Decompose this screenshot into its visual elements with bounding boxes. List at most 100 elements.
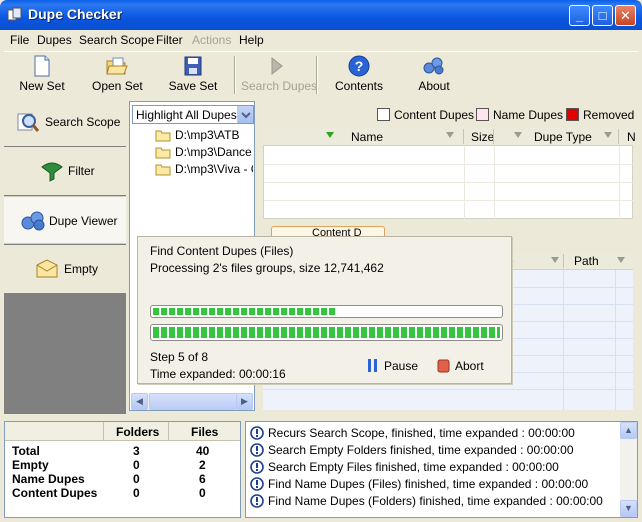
statistics-header: Folders Files xyxy=(5,422,240,441)
search-dupes-button[interactable]: Search Dupes xyxy=(241,55,317,95)
app-icon xyxy=(7,7,22,21)
stats-folders: 0 xyxy=(133,472,140,486)
svg-text:?: ? xyxy=(355,58,364,74)
removed-swatch xyxy=(566,108,579,121)
open-set-button[interactable]: Open Set xyxy=(92,55,143,95)
column-name[interactable]: Name xyxy=(351,130,383,144)
pause-button[interactable]: Pause xyxy=(366,358,418,374)
highlight-dropdown[interactable]: Highlight All Dupes xyxy=(132,105,254,124)
sort-icon xyxy=(446,132,454,138)
menu-file[interactable]: File xyxy=(10,33,29,47)
stats-label: Empty xyxy=(12,458,49,472)
menu-dupes[interactable]: Dupes xyxy=(37,33,72,47)
info-icon xyxy=(250,460,264,474)
scroll-down-icon[interactable]: ▼ xyxy=(620,500,637,517)
save-set-button[interactable]: Save Set xyxy=(168,55,218,95)
nav-dupe-viewer[interactable]: Dupe Viewer xyxy=(4,196,126,244)
step-progress-bar xyxy=(150,305,503,318)
dupes-grid[interactable] xyxy=(263,146,634,219)
column-more[interactable]: N xyxy=(627,130,636,144)
close-button[interactable]: ✕ xyxy=(615,5,636,26)
stats-files: 40 xyxy=(196,444,210,458)
empty-envelope-icon xyxy=(36,259,58,278)
scroll-up-icon[interactable]: ▲ xyxy=(620,422,637,439)
stats-folders: 3 xyxy=(133,444,140,458)
stats-folders: 0 xyxy=(133,458,140,472)
scroll-thumb[interactable] xyxy=(149,393,237,410)
sort-icon xyxy=(604,132,612,138)
chevron-down-icon[interactable] xyxy=(237,106,253,123)
window-title: Dupe Checker xyxy=(28,6,123,22)
nav-empty[interactable]: Empty xyxy=(4,245,126,293)
column-size[interactable]: Size xyxy=(471,130,494,144)
stats-label: Name Dupes xyxy=(12,472,85,486)
magnifier-icon xyxy=(17,113,40,132)
stats-folders: 0 xyxy=(133,486,140,500)
log-vertical-scrollbar[interactable]: ▲ ▼ xyxy=(620,422,637,517)
content-dupes-swatch xyxy=(377,108,390,121)
tree-item[interactable]: D:\mp3\Viva - C xyxy=(155,161,253,177)
legend-bar: Content Dupes Name Dupes Removed xyxy=(263,103,634,126)
toolbar-separator xyxy=(234,56,236,94)
sort-icon xyxy=(514,132,522,138)
stats-files: 2 xyxy=(199,458,206,472)
info-icon xyxy=(250,426,264,440)
total-progress-bar xyxy=(150,324,503,341)
contents-button[interactable]: ? Contents xyxy=(334,55,384,95)
new-document-icon xyxy=(34,55,50,77)
tree-item[interactable]: D:\mp3\Dance I xyxy=(155,144,253,160)
menu-search-scope[interactable]: Search Scope xyxy=(79,33,154,47)
progress-title: Find Content Dupes (Files) xyxy=(150,244,294,258)
sort-icon xyxy=(617,257,625,263)
filter-funnel-icon xyxy=(41,162,63,182)
sort-icon xyxy=(551,257,559,263)
nav-search-scope[interactable]: Search Scope xyxy=(4,98,126,146)
nav-filter[interactable]: Filter xyxy=(4,147,126,195)
column-dupe-type[interactable]: Dupe Type xyxy=(534,130,592,144)
new-set-button[interactable]: New Set xyxy=(18,55,66,95)
info-icon xyxy=(250,443,264,457)
log-panel: Recurs Search Scope, finished, time expa… xyxy=(245,421,638,518)
toolbar-separator xyxy=(316,56,318,94)
total-progress-fill xyxy=(153,327,500,338)
sort-ascending-icon xyxy=(326,132,334,138)
stats-label: Total xyxy=(12,444,40,458)
folder-icon xyxy=(155,164,171,176)
folder-icon xyxy=(155,130,171,142)
tree-item[interactable]: D:\mp3\ATB xyxy=(155,127,253,143)
info-icon xyxy=(250,477,264,491)
about-molecule-icon xyxy=(423,57,444,75)
scroll-left-icon[interactable]: ◀ xyxy=(131,393,148,410)
title-bar[interactable]: Dupe Checker _ □ ✕ xyxy=(0,0,642,30)
left-nav: Search Scope Filter Dupe Viewer Empty xyxy=(4,98,126,414)
play-icon xyxy=(271,56,283,76)
name-dupes-swatch xyxy=(476,108,489,121)
stats-files: 6 xyxy=(199,472,206,486)
help-icon: ? xyxy=(348,55,370,77)
progress-status: Processing 2's files groups, size 12,741… xyxy=(150,261,384,275)
tree-horizontal-scrollbar[interactable]: ◀ ▶ xyxy=(131,393,253,410)
menu-bar: File Dupes Search Scope Filter Actions H… xyxy=(4,30,638,49)
dupe-viewer-icon xyxy=(21,211,45,231)
about-button[interactable]: About xyxy=(414,55,454,95)
info-icon xyxy=(250,494,264,508)
column-files: Files xyxy=(191,425,219,439)
scroll-right-icon[interactable]: ▶ xyxy=(236,393,253,410)
step-progress-fill xyxy=(153,308,337,315)
folder-icon xyxy=(155,147,171,159)
stop-icon xyxy=(437,359,450,373)
menu-actions[interactable]: Actions xyxy=(192,33,231,47)
abort-button[interactable]: Abort xyxy=(437,358,484,374)
statistics-table: Folders Files Total 3 40 Empty 0 2 Name … xyxy=(4,421,241,518)
elapsed-time: Time expanded: 00:00:16 xyxy=(150,367,286,381)
column-folders: Folders xyxy=(116,425,160,439)
menu-filter[interactable]: Filter xyxy=(156,33,183,47)
step-counter: Step 5 of 8 xyxy=(150,350,209,364)
minimize-button[interactable]: _ xyxy=(569,5,590,26)
dupes-grid-header: Name Size Dupe Type N xyxy=(263,127,636,146)
save-disk-icon xyxy=(184,56,202,76)
open-folder-icon xyxy=(106,57,128,75)
column-path[interactable]: Path xyxy=(574,254,599,268)
maximize-button[interactable]: □ xyxy=(592,5,613,26)
menu-help[interactable]: Help xyxy=(239,33,264,47)
